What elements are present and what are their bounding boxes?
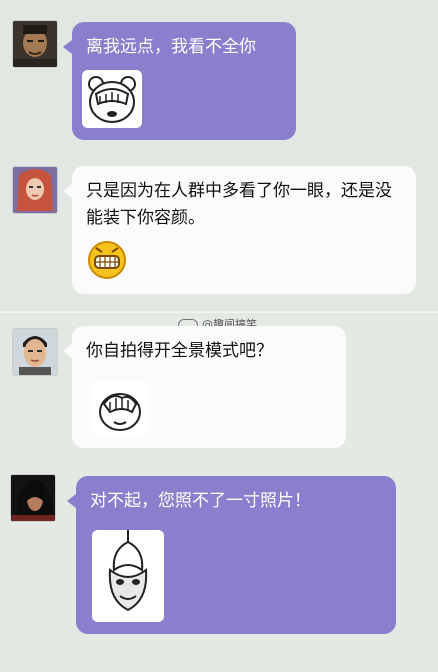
message-text: 对不起，您照不了一寸照片！ xyxy=(90,491,311,511)
facepalm-bear-sticker xyxy=(82,70,142,128)
panel-divider xyxy=(0,311,438,313)
avatar[interactable] xyxy=(12,166,58,214)
message-text: 只是因为在人群中多看了你一眼，还是没能装下你容颜。 xyxy=(86,181,392,228)
avatar[interactable] xyxy=(12,20,58,68)
hanging-face-sticker xyxy=(92,530,164,622)
message-text: 你自拍得开全景模式吧？ xyxy=(86,341,273,361)
avatar[interactable] xyxy=(10,474,56,522)
facepalm-hand-sticker xyxy=(92,382,148,436)
message-text: 离我远点，我看不全你 xyxy=(86,37,256,57)
grimace-emoji-sticker xyxy=(86,238,128,280)
avatar[interactable] xyxy=(12,328,58,376)
